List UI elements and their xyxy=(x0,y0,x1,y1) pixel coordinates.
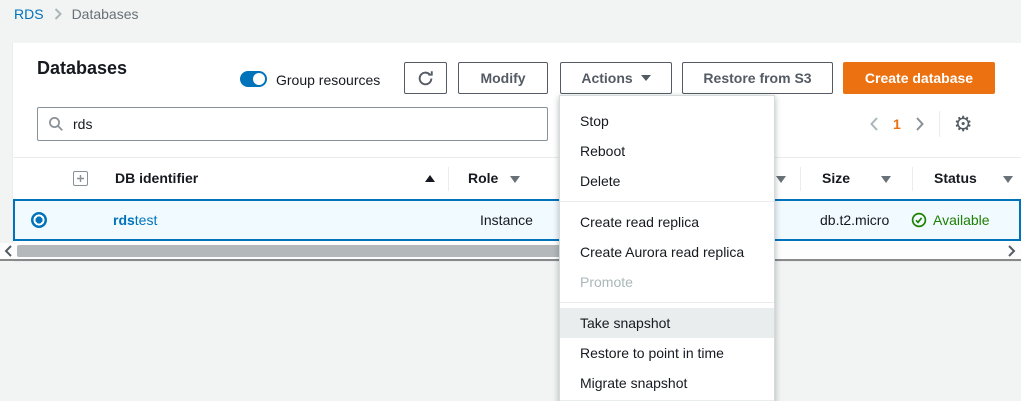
horizontal-scrollbar[interactable] xyxy=(0,243,1021,261)
table-header: DB identifier Role Size Status xyxy=(13,158,1021,199)
filter-box xyxy=(37,107,548,141)
expand-all-button[interactable] xyxy=(73,171,88,191)
db-identifier-link[interactable]: rdstest xyxy=(113,212,157,228)
scroll-left-icon xyxy=(4,245,13,257)
scroll-left-button[interactable] xyxy=(4,244,13,258)
status-filter-caret-icon[interactable] xyxy=(1003,176,1013,183)
check-circle-icon xyxy=(911,212,927,228)
refresh-button[interactable] xyxy=(404,62,447,94)
menu-item-restore-to-point-in-time[interactable]: Restore to point in time xyxy=(560,338,774,368)
next-page-button[interactable] xyxy=(915,116,925,132)
settings-gear-icon[interactable]: ⚙ xyxy=(954,114,973,135)
filter-input[interactable] xyxy=(73,116,537,132)
breadcrumb-chevron-icon xyxy=(54,8,62,20)
row-radio-selected[interactable] xyxy=(31,212,47,228)
size-cell: db.t2.micro xyxy=(820,212,889,228)
menu-divider xyxy=(560,302,774,303)
current-page[interactable]: 1 xyxy=(893,116,901,132)
restore-from-s3-button[interactable]: Restore from S3 xyxy=(682,62,833,94)
menu-item-reboot[interactable]: Reboot xyxy=(560,136,774,166)
databases-panel: Databases Group resources Modify Actions… xyxy=(13,43,1021,260)
menu-item-create-aurora-read-replica[interactable]: Create Aurora read replica xyxy=(560,237,774,267)
column-header-status[interactable]: Status xyxy=(934,170,977,186)
db-id-rest: test xyxy=(135,212,158,228)
column-divider xyxy=(800,167,801,191)
rds-console-screen: RDS Databases Databases Group resources … xyxy=(0,0,1021,401)
modify-button-label: Modify xyxy=(480,70,525,86)
menu-item-delete[interactable]: Delete xyxy=(560,166,774,196)
menu-divider xyxy=(560,201,774,202)
scroll-right-icon xyxy=(1007,245,1016,257)
restore-from-s3-label: Restore from S3 xyxy=(703,70,811,86)
hidden-column-filter-caret-icon[interactable] xyxy=(776,176,786,183)
next-page-icon xyxy=(915,116,925,132)
actions-menu: Stop Reboot Delete Create read replica C… xyxy=(559,95,775,401)
column-divider xyxy=(448,167,449,191)
previous-page-icon xyxy=(869,116,879,132)
search-icon xyxy=(48,116,64,132)
size-filter-caret-icon[interactable] xyxy=(881,176,891,183)
breadcrumb-link-rds[interactable]: RDS xyxy=(14,6,44,22)
role-cell: Instance xyxy=(480,212,533,228)
table-row[interactable]: rdstest Instance db.t2.micro Available xyxy=(13,199,1021,241)
actions-caret-icon xyxy=(641,75,651,81)
menu-item-stop[interactable]: Stop xyxy=(560,106,774,136)
refresh-icon xyxy=(417,70,434,87)
breadcrumb-current: Databases xyxy=(72,6,139,22)
breadcrumb: RDS Databases xyxy=(14,6,139,22)
modify-button[interactable]: Modify xyxy=(458,62,548,94)
scroll-right-button[interactable] xyxy=(1007,244,1016,258)
previous-page-button[interactable] xyxy=(869,116,879,132)
actions-button-label: Actions xyxy=(581,70,632,86)
status-badge: Available xyxy=(911,212,990,228)
status-text: Available xyxy=(933,212,990,228)
menu-item-promote: Promote xyxy=(560,267,774,297)
menu-item-migrate-snapshot[interactable]: Migrate snapshot xyxy=(560,368,774,398)
create-database-button[interactable]: Create database xyxy=(843,62,995,94)
db-id-match: rds xyxy=(113,212,135,228)
column-header-role[interactable]: Role xyxy=(468,170,498,186)
toggle-knob xyxy=(253,73,265,85)
create-database-label: Create database xyxy=(865,70,973,86)
sort-ascending-icon[interactable] xyxy=(425,175,435,182)
role-filter-caret-icon[interactable] xyxy=(510,176,520,183)
menu-item-take-snapshot[interactable]: Take snapshot xyxy=(560,308,774,338)
page-title: Databases xyxy=(37,58,127,79)
group-resources-label: Group resources xyxy=(276,72,380,88)
column-header-db-identifier[interactable]: DB identifier xyxy=(115,170,198,186)
column-header-size[interactable]: Size xyxy=(822,170,850,186)
pagination-divider xyxy=(939,111,940,137)
column-divider xyxy=(912,167,913,191)
menu-item-create-read-replica[interactable]: Create read replica xyxy=(560,207,774,237)
group-resources-toggle[interactable] xyxy=(240,71,267,87)
actions-button[interactable]: Actions xyxy=(560,62,672,94)
pagination: 1 ⚙ xyxy=(869,108,973,140)
